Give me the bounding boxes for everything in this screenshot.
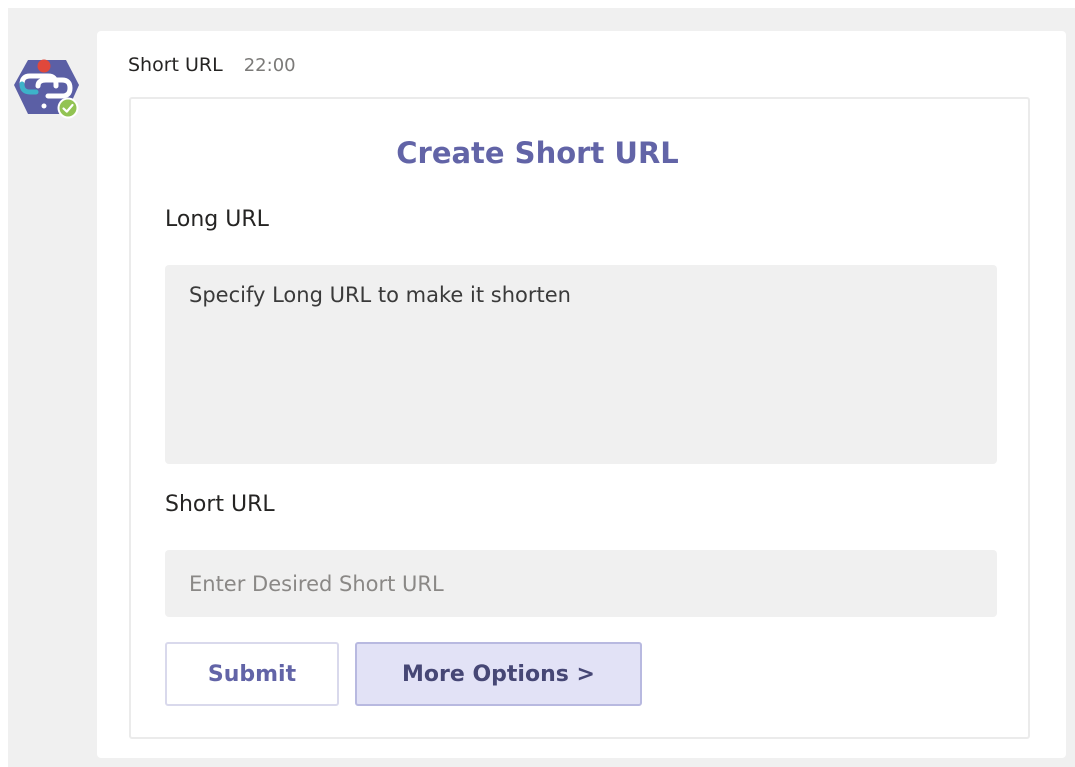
message-timestamp: 22:00: [243, 54, 296, 76]
sender-name[interactable]: Short URL: [128, 54, 223, 76]
check-circle-icon: [59, 99, 77, 117]
submit-button[interactable]: Submit: [165, 642, 339, 706]
avatar-red-dot: [37, 59, 51, 73]
short-url-label: Short URL: [165, 492, 275, 517]
bot-avatar[interactable]: [12, 56, 82, 122]
more-options-button[interactable]: More Options >: [355, 642, 642, 706]
card-title: Create Short URL: [396, 136, 679, 170]
message-header: Short URL 22:00: [128, 52, 296, 78]
link-bot-icon: [14, 59, 79, 119]
long-url-input[interactable]: [165, 265, 997, 464]
short-url-input[interactable]: [165, 550, 997, 617]
long-url-label: Long URL: [165, 207, 269, 232]
